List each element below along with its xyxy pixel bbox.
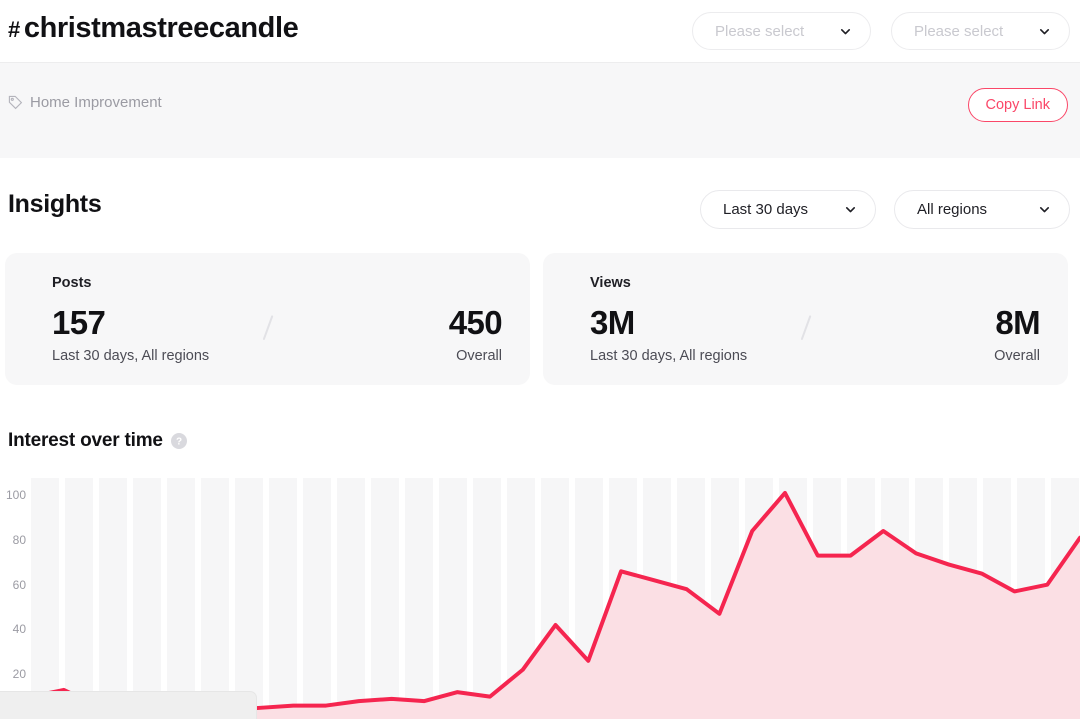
insights-page: #christmastreecandle Home Improvement Co…: [0, 0, 1080, 719]
stat-primary: 157 Last 30 days, All regions: [52, 305, 209, 364]
stat-primary-value: 157: [52, 304, 106, 341]
select-1[interactable]: Please select: [692, 12, 871, 50]
select-2[interactable]: Please select: [891, 12, 1070, 50]
stat-secondary-sub: Overall: [456, 347, 502, 364]
stat-primary-sub: Last 30 days, All regions: [52, 347, 210, 364]
y-axis-tick-100: 100: [5, 488, 26, 503]
sticky-header-bar: # christmastreecandle Please select Pleas…: [0, 0, 1080, 62]
stat-card-group: Posts 157 Last 30 days, All regions 450 …: [5, 253, 1068, 385]
chart-horizontal-scrollbar[interactable]: [0, 691, 1080, 719]
region-filter[interactable]: All regions: [894, 190, 1070, 229]
stat-primary: 3M Last 30 days, All regions: [590, 305, 747, 364]
chart-plot-area[interactable]: [31, 468, 1080, 719]
sticky-select-group: Please select Please select: [692, 12, 1070, 50]
interest-over-time-header: Interest over time ?: [8, 430, 187, 452]
copy-link-label: Copy Link: [985, 97, 1050, 113]
insights-filter-group: Last 30 days All regions: [700, 190, 1070, 229]
chart-series-svg: [31, 468, 1080, 719]
stat-primary-sub: Last 30 days, All regions: [590, 347, 748, 364]
date-range-filter-value: Last 30 days: [723, 201, 809, 218]
tag-icon: [8, 95, 23, 110]
stat-secondary-sub: Overall: [994, 347, 1040, 364]
stat-card-posts: Posts 157 Last 30 days, All regions 450 …: [5, 253, 530, 385]
insights-header: Insights Last 30 days All regions: [0, 190, 1080, 238]
chart-scrollbar-thumb[interactable]: [0, 691, 257, 719]
chevron-down-icon: [1038, 25, 1051, 38]
stat-card-views: Views 3M Last 30 days, All regions 8M Ov…: [543, 253, 1068, 385]
date-range-filter[interactable]: Last 30 days: [700, 190, 876, 229]
stat-secondary-value: 450: [448, 304, 503, 341]
stat-secondary: 450 Overall: [448, 304, 503, 364]
copy-link-button[interactable]: Copy Link: [967, 88, 1068, 122]
category-tag[interactable]: Home Improvement: [8, 94, 162, 111]
y-axis-tick-60: 60: [12, 577, 26, 592]
chevron-down-icon: [844, 203, 857, 216]
stat-secondary-value: 8M: [995, 304, 1040, 341]
y-axis-tick-40: 40: [12, 622, 26, 637]
chevron-down-icon: [1038, 203, 1051, 216]
interest-over-time-title: Interest over time: [8, 430, 163, 451]
stat-card-posts-label: Posts: [52, 275, 92, 291]
interest-over-time-chart: 20 40 60 80 100: [0, 468, 1080, 719]
chart-area-fill: [31, 492, 1080, 719]
stat-card-views-values: 3M Last 30 days, All regions 8M Overall: [590, 304, 1041, 364]
chart-y-axis: 20 40 60 80 100: [0, 468, 31, 719]
svg-text:?: ?: [176, 437, 182, 448]
y-axis-tick-80: 80: [12, 532, 26, 547]
question-mark-icon[interactable]: ?: [170, 433, 187, 449]
y-axis-tick-20: 20: [12, 667, 26, 682]
select-1-value: Please select: [715, 22, 805, 40]
category-label: Home Improvement: [30, 94, 162, 111]
hashtag-symbol: #: [8, 17, 20, 42]
stat-card-views-label: Views: [590, 275, 631, 291]
chevron-down-icon: [839, 25, 852, 38]
select-2-value: Please select: [914, 22, 1004, 40]
insights-title: Insights: [8, 190, 102, 218]
stat-secondary: 8M Overall: [994, 304, 1041, 364]
sticky-title: # christmastreecandle: [8, 12, 299, 45]
stat-primary-value: 3M: [590, 304, 635, 341]
sticky-title-text: christmastreecandle: [23, 12, 299, 44]
stat-card-posts-values: 157 Last 30 days, All regions 450 Overal…: [52, 304, 503, 364]
region-filter-value: All regions: [917, 201, 988, 218]
